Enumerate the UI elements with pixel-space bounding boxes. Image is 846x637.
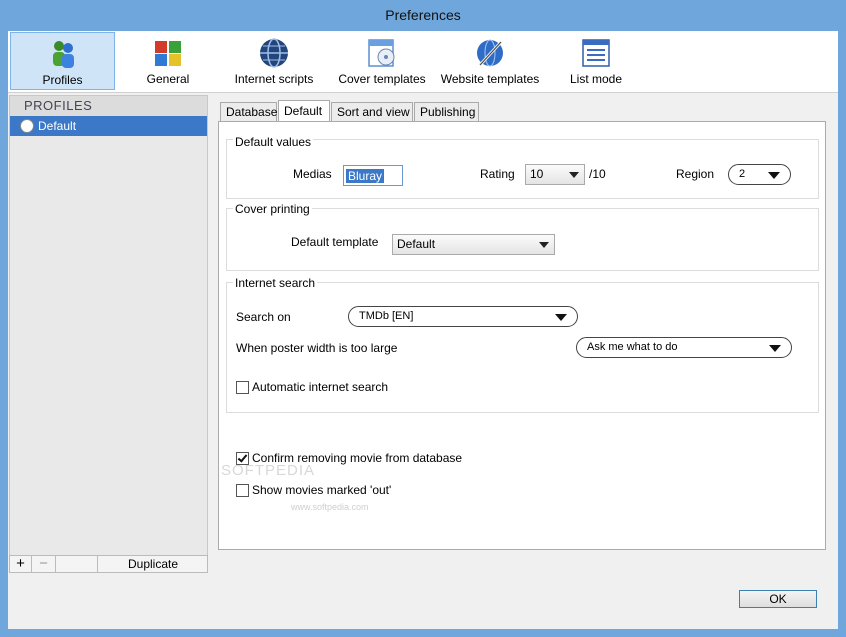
toolbar-general-button[interactable]: General [120,32,216,90]
cover-printing-title: Cover printing [233,202,312,216]
region-value: 2 [739,168,746,180]
internet-search-title: Internet search [233,276,318,290]
toolbar-profiles-button[interactable]: Profiles [10,32,115,90]
toolbar-item-label: Internet scripts [234,72,314,86]
confirm-remove-label[interactable]: Confirm removing movie from database [252,451,462,465]
profile-name: Default [38,119,77,133]
toolbar-website-templates-button[interactable]: Website templates [438,32,542,90]
triangle-down-icon [555,314,567,321]
rating-label: Rating [480,167,515,181]
chevron-down-icon [539,242,549,248]
region-label: Region [676,167,715,181]
medias-value: Bluray [346,169,385,183]
cubes-icon [155,41,181,66]
tab-database[interactable]: Database [220,102,277,122]
chevron-down-icon [569,172,579,178]
tab-publishing[interactable]: Publishing [414,102,479,122]
website-template-icon [477,39,503,67]
users-icon [52,41,74,68]
toolbar-item-label: Cover templates [338,72,426,86]
window-title: Preferences [385,7,461,23]
profile-list-item[interactable]: Default [10,116,207,136]
triangle-down-icon [768,172,780,179]
profiles-button-spacer [56,556,98,572]
show-out-label[interactable]: Show movies marked 'out' [252,483,391,497]
confirm-remove-checkbox[interactable] [236,452,249,465]
profiles-panel: PROFILES Default [9,95,208,573]
toolbar-item-label: Profiles [42,73,83,87]
checkmark-icon [237,452,248,463]
search-on-select[interactable]: TMDb [EN] [348,306,578,327]
ok-button[interactable]: OK [739,590,817,608]
window-client-area: Profiles General Internet scripts Cover … [8,31,838,629]
toolbar-item-label: Website templates [440,72,540,86]
profiles-button-bar: + − Duplicate [9,555,208,573]
automatic-search-checkbox[interactable] [236,381,249,394]
duplicate-profile-button[interactable]: Duplicate [98,556,208,572]
default-template-label: Default template [291,235,379,249]
default-template-select[interactable]: Default [392,234,555,255]
toolbar-cover-templates-button[interactable]: Cover templates [332,32,432,90]
poster-width-select[interactable]: Ask me what to do [576,337,792,358]
show-out-checkbox[interactable] [236,484,249,497]
medias-input[interactable]: Bluray [343,165,403,186]
globe-icon [260,38,288,68]
profile-radio-icon [20,119,34,133]
profiles-header: PROFILES [10,96,207,116]
default-template-value: Default [397,237,436,251]
list-mode-icon [582,39,610,67]
default-tab-panel: Default values Medias Bluray Rating 10 /… [218,121,826,550]
region-select[interactable]: 2 [728,164,791,185]
rating-select[interactable]: 10 [525,164,585,185]
toolbar: Profiles General Internet scripts Cover … [8,31,838,93]
toolbar-internet-scripts-button[interactable]: Internet scripts [226,32,322,90]
default-values-title: Default values [233,135,314,149]
automatic-search-label[interactable]: Automatic internet search [252,380,388,394]
tab-sort-and-view[interactable]: Sort and view [331,102,413,122]
add-profile-button[interactable]: + [10,556,32,572]
toolbar-item-label: List mode [569,72,623,86]
tab-default[interactable]: Default [278,100,330,123]
rating-value: 10 [530,167,544,181]
cover-template-icon [368,39,395,67]
toolbar-item-label: General [146,72,190,86]
remove-profile-button[interactable]: − [32,556,56,572]
medias-label: Medias [293,167,332,181]
watermark-url: www.softpedia.com [291,502,369,512]
rating-suffix: /10 [589,167,606,181]
toolbar-list-mode-button[interactable]: List mode [552,32,640,90]
poster-width-value: Ask me what to do [587,341,678,353]
poster-width-label: When poster width is too large [236,341,398,355]
triangle-down-icon [769,345,781,352]
search-on-value: TMDb [EN] [359,310,414,322]
search-on-label: Search on [236,310,291,324]
preferences-window: Preferences Profiles General Internet sc… [0,0,846,637]
